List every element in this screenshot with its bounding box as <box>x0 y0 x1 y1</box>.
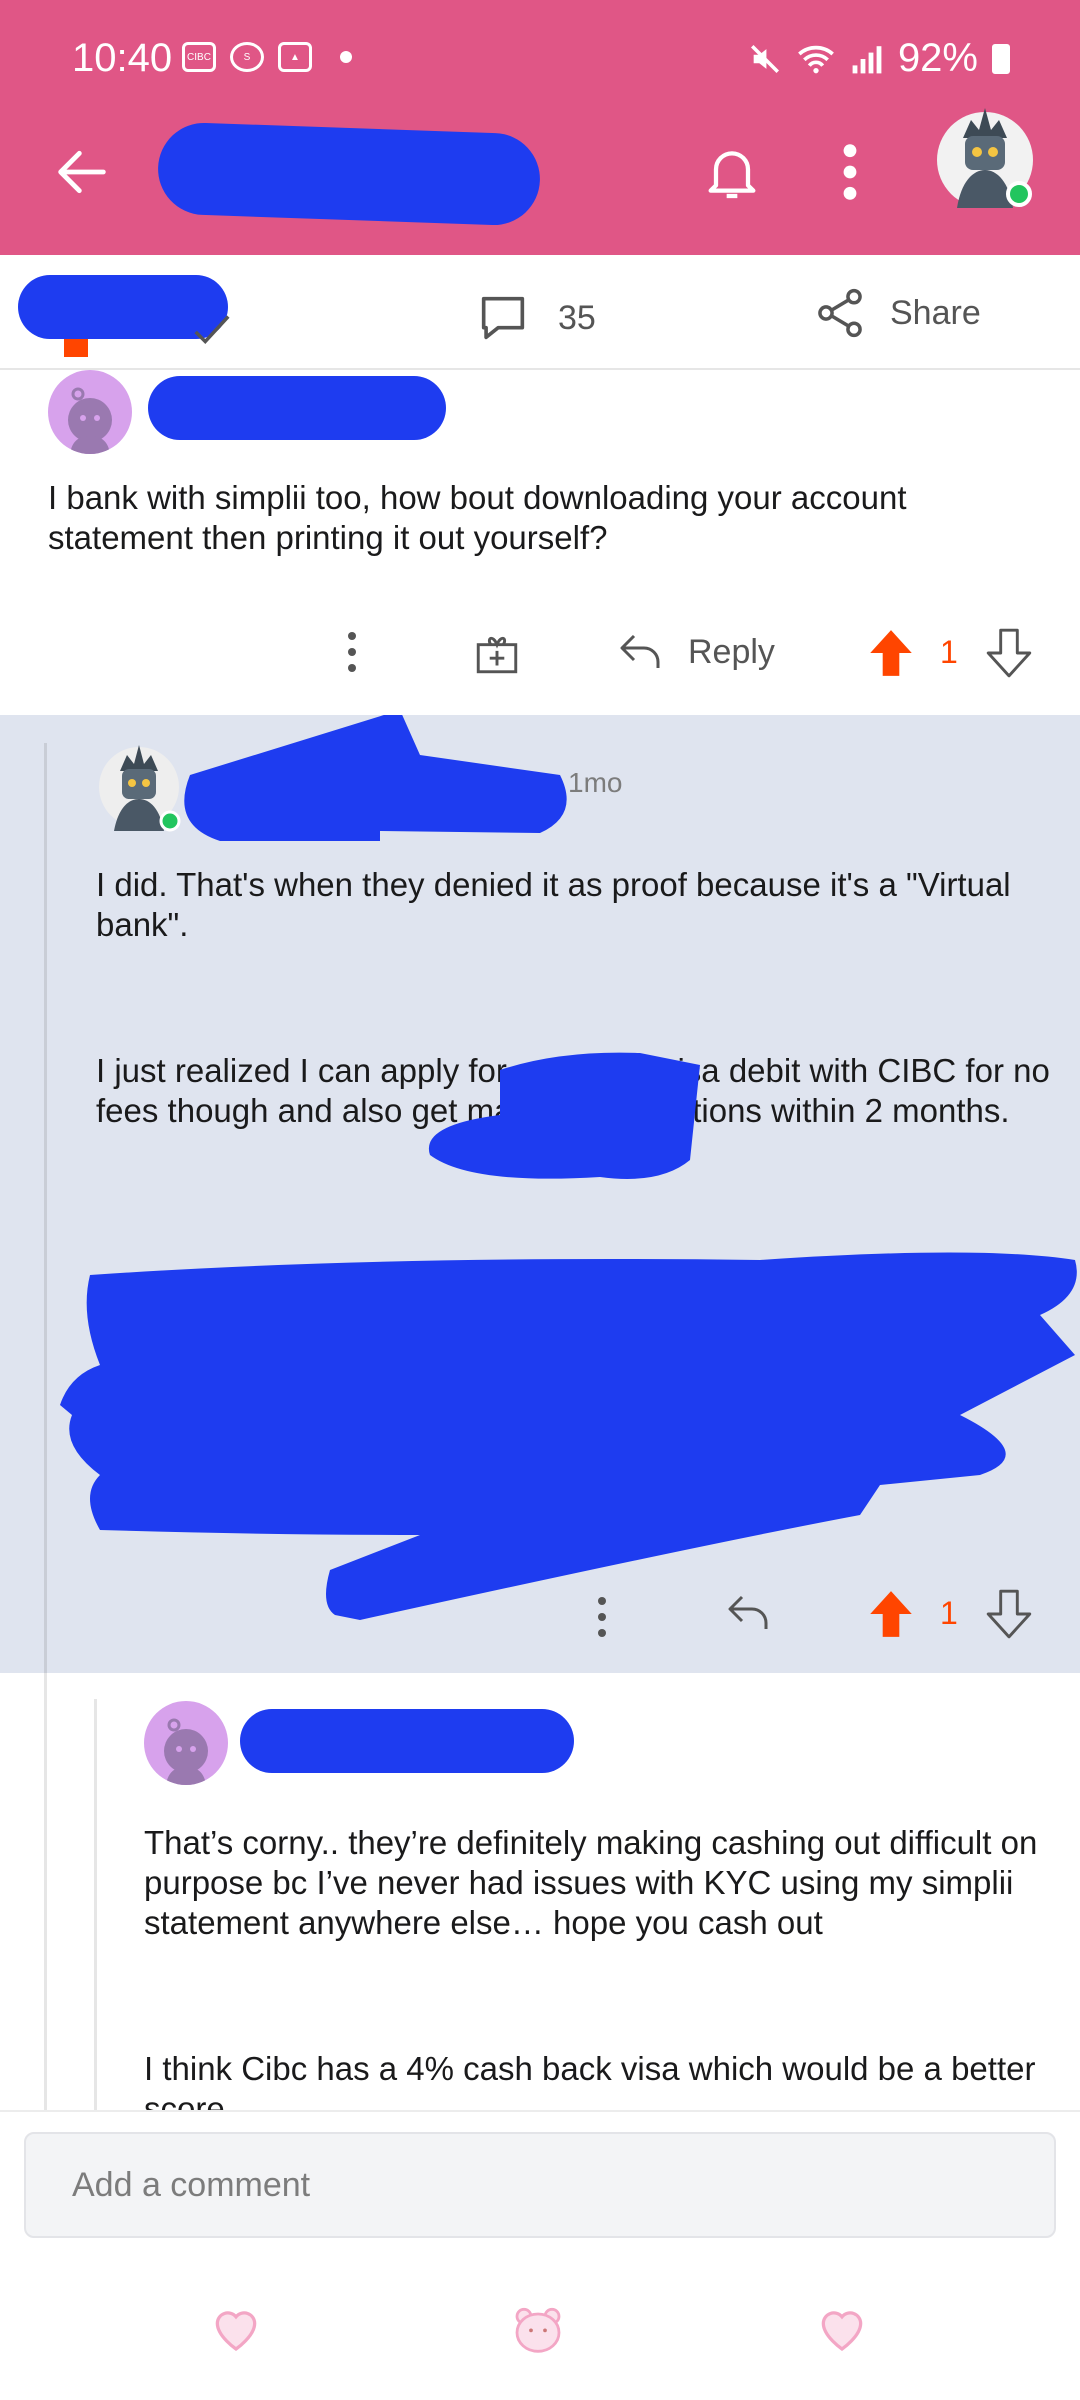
reply-button[interactable]: Reply <box>616 630 775 674</box>
award-gift-icon[interactable] <box>472 628 522 678</box>
mute-icon <box>750 44 779 73</box>
more-vertical-icon[interactable] <box>830 140 870 204</box>
reply-arrow-icon <box>620 634 660 668</box>
status-right: 92% <box>748 36 1010 81</box>
comment-more-button[interactable] <box>348 632 356 672</box>
battery-icon <box>992 43 1010 74</box>
checkmark-icon <box>194 315 230 344</box>
signal-icon <box>852 45 882 73</box>
heart-icon[interactable] <box>208 2300 264 2356</box>
downvote-icon[interactable] <box>984 1587 1034 1641</box>
reply-arrow-icon[interactable] <box>724 1591 772 1635</box>
redacted-title <box>156 121 542 227</box>
snoo-icon <box>164 1718 208 1785</box>
more-notifications-dot <box>340 51 352 63</box>
comment-body: I bank with simplii too, how bout downlo… <box>48 479 907 556</box>
add-comment-input[interactable]: Add a comment <box>24 2132 1056 2238</box>
vote-count: 1 <box>940 1595 958 1631</box>
bear-face-icon[interactable] <box>510 2300 566 2356</box>
comment: That’s corny.. they’re definitely making… <box>0 1673 1080 2110</box>
simplii-icon: S <box>230 42 264 72</box>
bell-icon[interactable] <box>700 140 764 204</box>
thread-line[interactable] <box>94 1699 97 2110</box>
app-header: 10:40 CIBC S ▲ 92% <box>0 0 1080 255</box>
post-action-bar: 35 Share <box>0 255 1080 370</box>
image-icon: ▲ <box>278 42 312 72</box>
snoo-icon <box>68 387 112 454</box>
avatar[interactable] <box>144 1701 228 1785</box>
comment-more-button[interactable] <box>598 1597 606 1637</box>
share-icon <box>818 288 862 338</box>
avatar[interactable] <box>48 370 132 454</box>
comment-body-paragraph: That’s corny.. they’re definitely making… <box>144 1824 1038 1941</box>
vote-count: 1 <box>940 634 958 670</box>
redacted-username <box>148 376 446 440</box>
redacted-username <box>240 1709 574 1773</box>
share-label: Share <box>890 293 981 332</box>
thread-line[interactable] <box>44 1673 47 2110</box>
comment-composer: Add a comment <box>0 2110 1080 2400</box>
comment-count: 35 <box>558 298 596 337</box>
upvote-icon[interactable] <box>866 626 916 680</box>
comment-highlighted: 1mo I did. That's when they denied it as… <box>0 715 1080 1673</box>
wifi-icon <box>798 45 834 73</box>
upvote-icon[interactable] <box>866 1587 916 1641</box>
battery-level: 92% <box>897 36 978 80</box>
comment: I bank with simplii too, how bout downlo… <box>0 370 1080 715</box>
reply-label: Reply <box>688 632 775 671</box>
user-avatar[interactable] <box>935 98 1035 214</box>
comment-bubble-icon <box>481 296 525 340</box>
cibc-icon: CIBC <box>182 42 216 72</box>
heart-icon[interactable] <box>814 2300 870 2356</box>
status-notification-icons: CIBC S ▲ <box>182 42 352 72</box>
comment-body-paragraph: I think Cibc has a 4% cash back visa whi… <box>144 2050 1036 2110</box>
back-arrow-icon[interactable] <box>50 140 114 204</box>
status-time: 10:40 <box>72 36 173 80</box>
redaction-scribble <box>60 715 1077 1620</box>
bottom-decorations <box>0 2300 1080 2380</box>
downvote-icon[interactable] <box>984 626 1034 680</box>
share-button[interactable]: Share <box>812 285 981 341</box>
comments-button[interactable]: 35 <box>474 289 596 347</box>
